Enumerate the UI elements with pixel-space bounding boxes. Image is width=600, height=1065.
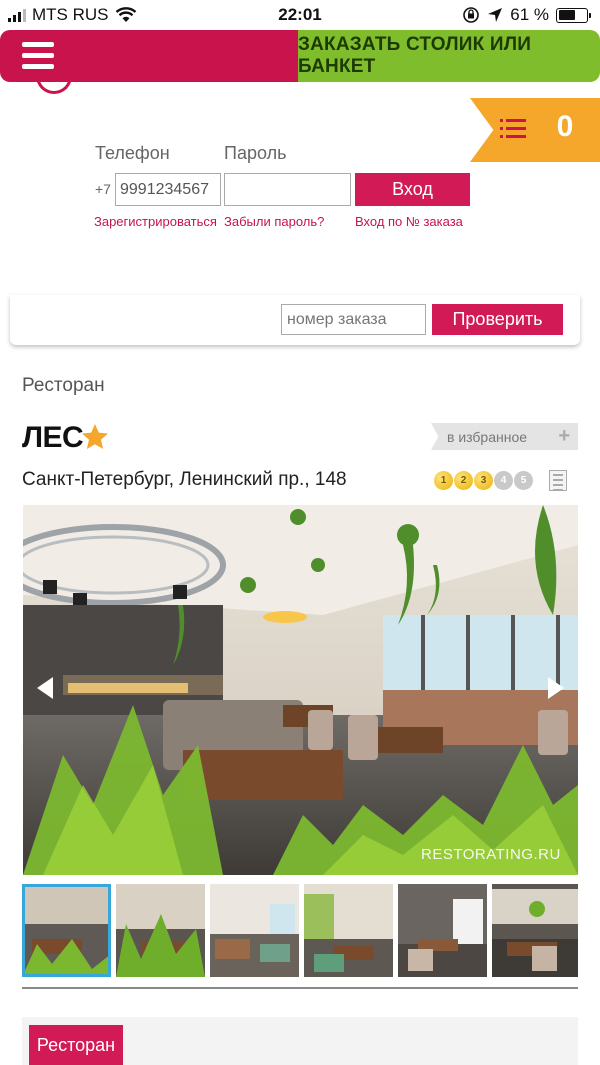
- order-login-link[interactable]: Вход по № заказа: [355, 214, 463, 229]
- register-link[interactable]: Зарегистрироваться: [94, 214, 217, 229]
- list-icon: [500, 119, 526, 141]
- gallery-thumbnail[interactable]: [398, 884, 487, 977]
- restaurant-name: ЛЕС: [22, 421, 84, 454]
- phone-input[interactable]: [115, 173, 221, 206]
- add-to-favorites-button[interactable]: в избранное +: [431, 423, 578, 450]
- plus-icon: +: [558, 425, 570, 447]
- forgot-password-link[interactable]: Забыли пароль?: [224, 214, 324, 229]
- section-divider: [22, 987, 578, 989]
- cart-count: 0: [556, 110, 574, 143]
- gallery-thumbnail[interactable]: [210, 884, 299, 977]
- check-order-button[interactable]: Проверить: [432, 304, 563, 335]
- restaurant-interior-image: [23, 505, 578, 875]
- price-level-dot: 5: [514, 471, 533, 490]
- gallery-thumbnail[interactable]: [22, 884, 111, 977]
- restaurant-category: Ресторан: [22, 375, 105, 396]
- password-input[interactable]: [224, 173, 351, 206]
- gallery-next-arrow-icon[interactable]: [548, 677, 564, 699]
- location-arrow-icon: [488, 8, 503, 22]
- hamburger-icon: [22, 42, 54, 70]
- menu-button[interactable]: [0, 30, 298, 82]
- battery-percent: 61 %: [510, 5, 549, 24]
- site-logo[interactable]: ​: [30, 80, 270, 100]
- menu-document-icon[interactable]: [549, 470, 567, 491]
- price-level-dot: 2: [454, 471, 473, 490]
- gallery-thumbnail[interactable]: [304, 884, 393, 977]
- phone-label: Телефон: [95, 143, 170, 163]
- gallery-thumbnail[interactable]: [116, 884, 205, 977]
- status-bar: MTS RUS 22:01 61 %: [0, 0, 600, 30]
- top-navigation: ЗАКАЗАТЬ СТОЛИК ИЛИ БАНКЕТ: [0, 30, 600, 82]
- status-right: 61 %: [462, 5, 591, 25]
- password-label: Пароль: [224, 143, 287, 163]
- orientation-lock-icon: [463, 7, 480, 23]
- battery-icon: [556, 7, 591, 23]
- book-table-button[interactable]: ЗАКАЗАТЬ СТОЛИК ИЛИ БАНКЕТ: [298, 30, 600, 82]
- tab-restaurant[interactable]: Ресторан: [29, 1025, 123, 1065]
- gallery-thumbnails: [22, 884, 578, 977]
- price-level-dot: 4: [494, 471, 513, 490]
- gallery-prev-arrow-icon[interactable]: [37, 677, 53, 699]
- gallery-thumbnail[interactable]: [492, 884, 578, 977]
- battery-fill: [558, 10, 575, 20]
- order-number-input[interactable]: [281, 304, 426, 335]
- logo-swirl: [36, 80, 72, 94]
- price-level-dot: 3: [474, 471, 493, 490]
- photo-watermark: RESTORATING.RU: [421, 846, 561, 863]
- phone-prefix: +7: [95, 181, 111, 197]
- gallery-main-photo[interactable]: [23, 505, 578, 875]
- favorites-label: в избранное: [447, 428, 528, 445]
- restaurant-address: Санкт-Петербург, Ленинский пр., 148: [22, 469, 347, 490]
- star-icon: [82, 424, 108, 449]
- login-button[interactable]: Вход: [355, 173, 470, 206]
- price-level-dot: 1: [434, 471, 453, 490]
- price-level-rating: 12345: [434, 471, 533, 490]
